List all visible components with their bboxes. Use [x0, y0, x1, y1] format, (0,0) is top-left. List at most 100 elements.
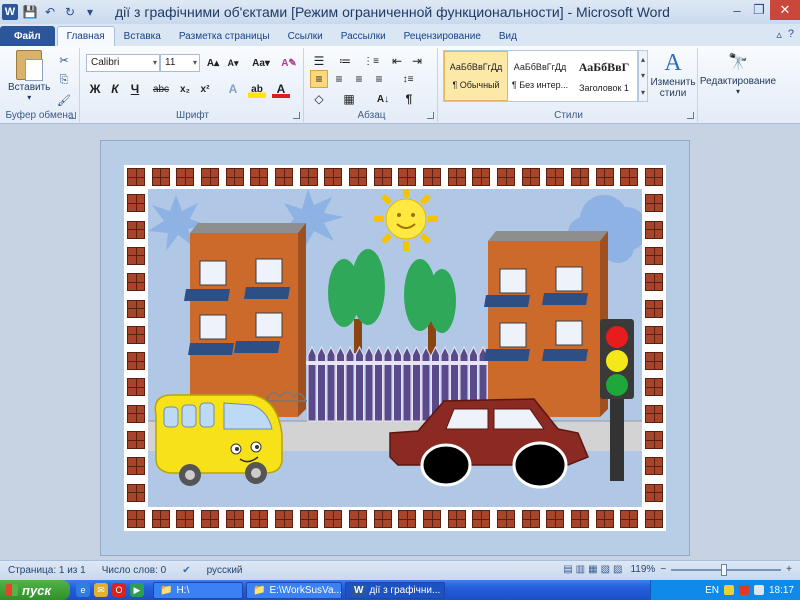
tab-insert[interactable]: Вставка [115, 26, 170, 46]
word-count[interactable]: Число слов: 0 [94, 565, 174, 576]
binoculars-icon: 🔭 [728, 54, 748, 71]
highlight-icon[interactable]: ab [248, 80, 266, 98]
zoom-level[interactable]: 119% [630, 564, 655, 575]
tab-mailings[interactable]: Рассылки [332, 26, 395, 46]
font-size-select[interactable]: 11 ▾ [160, 54, 200, 72]
increase-indent-icon[interactable]: ⇥ [408, 52, 426, 70]
restore-button[interactable]: ❐ [748, 0, 770, 20]
style-normal[interactable]: АаБбВвГгДд ¶ Обычный [444, 51, 508, 101]
copy-icon[interactable]: ⎘ [56, 72, 72, 88]
fence-picket [345, 345, 355, 422]
align-center-button[interactable]: ≡ [330, 70, 348, 88]
tab-page-layout[interactable]: Разметка страницы [170, 26, 279, 46]
change-styles-button[interactable]: A Изменить стили [650, 50, 696, 99]
close-button[interactable]: ✕ [770, 0, 800, 20]
browser-icon[interactable]: e [76, 583, 90, 597]
start-label: пуск [22, 582, 51, 598]
more-styles-icon[interactable]: ▾ [641, 88, 645, 97]
change-case-icon[interactable]: Aa▾ [248, 54, 274, 72]
numbering-icon[interactable]: ≔ [336, 52, 354, 70]
paste-button[interactable]: Вставить ▾ [8, 50, 50, 102]
font-launcher-icon[interactable] [293, 112, 300, 119]
taskbar-item-folder-e[interactable]: 📁 E:\WorkSusVa... [246, 581, 342, 599]
building-left[interactable] [184, 223, 306, 417]
line-spacing-icon[interactable]: ↕≡ [396, 70, 420, 88]
italic-button[interactable]: К [106, 80, 124, 98]
customize-qat-icon[interactable]: ▾ [82, 4, 98, 20]
font-name-select[interactable]: Calibri ▾ [86, 54, 160, 72]
tab-review[interactable]: Рецензирование [395, 26, 490, 46]
shading-icon[interactable]: ◇ [310, 90, 328, 108]
clock[interactable]: 18:17 [769, 585, 794, 596]
word-logo-icon[interactable]: W [2, 4, 18, 20]
taskbar-item-word[interactable]: W дії з графічни... [345, 581, 445, 599]
styles-gallery-scroll[interactable]: ▴ ▾ ▾ [638, 50, 648, 102]
tray-antivirus-icon[interactable] [738, 585, 749, 595]
spelling-icon[interactable]: ✔ [174, 565, 198, 576]
align-right-button[interactable]: ≡ [350, 70, 368, 88]
sun[interactable] [374, 189, 438, 251]
minimize-ribbon-icon[interactable]: ▵ [776, 28, 782, 41]
opera-icon[interactable]: O [112, 583, 126, 597]
bus[interactable] [154, 394, 283, 486]
shrink-font-icon[interactable]: A▾ [224, 54, 242, 72]
bold-button[interactable]: Ж [86, 80, 104, 98]
superscript-button[interactable]: x² [196, 80, 214, 98]
subscript-button[interactable]: x₂ [176, 80, 194, 98]
tray-volume-icon[interactable] [753, 585, 764, 595]
tab-view[interactable]: Вид [490, 26, 526, 46]
style-no-spacing[interactable]: АаБбВвГгДд ¶ Без интер... [508, 51, 572, 101]
taskbar-item-folder-h[interactable]: 📁 H:\ [153, 581, 243, 599]
paragraph-launcher-icon[interactable] [427, 112, 434, 119]
show-marks-icon[interactable]: ¶ [400, 90, 418, 108]
city-scene-drawing[interactable] [148, 189, 642, 507]
zoom-slider[interactable] [671, 563, 782, 576]
save-icon[interactable]: 💾 [22, 4, 38, 20]
mail-icon[interactable]: ✉ [94, 583, 108, 597]
underline-button[interactable]: Ч [126, 80, 144, 98]
language-indicator[interactable]: русский [199, 565, 251, 576]
building-right[interactable] [484, 231, 608, 417]
font-color-icon[interactable]: A [272, 80, 290, 98]
tab-home[interactable]: Главная [56, 26, 115, 46]
clear-formatting-icon[interactable]: A✎ [280, 54, 298, 72]
tab-references[interactable]: Ссылки [279, 26, 332, 46]
paste-dropdown-icon[interactable]: ▾ [27, 93, 31, 102]
page-count[interactable]: Страница: 1 из 1 [0, 565, 94, 576]
ribbon-tabs: Файл Главная Вставка Разметка страницы С… [0, 24, 800, 46]
zoom-in-icon[interactable]: + [786, 564, 792, 575]
start-button[interactable]: пуск [0, 580, 70, 600]
undo-icon[interactable]: ↶ [42, 4, 58, 20]
align-left-button[interactable]: ≡ [310, 70, 328, 88]
zoom-slider-thumb[interactable] [721, 563, 728, 576]
grow-font-icon[interactable]: A▴ [204, 54, 222, 72]
sort-icon[interactable]: A↓ [372, 90, 394, 108]
scroll-up-icon[interactable]: ▴ [641, 55, 645, 64]
cut-icon[interactable]: ✂ [56, 52, 72, 68]
format-painter-icon[interactable]: 🖌 [56, 92, 72, 108]
clipboard-launcher-icon[interactable] [69, 112, 76, 119]
media-icon[interactable]: ▶ [130, 583, 144, 597]
tree-right[interactable] [404, 259, 456, 355]
help-icon[interactable]: ? [788, 28, 794, 41]
justify-button[interactable]: ≡ [370, 70, 388, 88]
strikethrough-button[interactable]: abc [150, 80, 172, 98]
tab-file[interactable]: Файл [0, 26, 55, 46]
view-buttons[interactable]: ▤▥▦▧▨ [563, 564, 625, 575]
redo-icon[interactable]: ↻ [62, 4, 78, 20]
language-bar[interactable]: EN [705, 585, 719, 596]
tree-left[interactable] [328, 249, 385, 353]
tray-network-icon[interactable] [723, 585, 734, 595]
scroll-down-icon[interactable]: ▾ [641, 71, 645, 80]
minimize-button[interactable]: – [726, 0, 748, 20]
styles-launcher-icon[interactable] [687, 112, 694, 119]
windows-flag-icon [6, 584, 18, 596]
borders-icon[interactable]: ▦ [340, 90, 358, 108]
decrease-indent-icon[interactable]: ⇤ [388, 52, 406, 70]
style-heading-1[interactable]: АаБбВвГ Заголовок 1 [572, 51, 636, 101]
editing-button[interactable]: 🔭 Редактирование ▾ [700, 52, 776, 96]
text-effects-icon[interactable]: A [224, 80, 242, 98]
zoom-out-icon[interactable]: − [660, 564, 666, 575]
bullets-icon[interactable]: ☰ [310, 52, 328, 70]
multilevel-list-icon[interactable]: ⋮≡ [362, 52, 380, 70]
